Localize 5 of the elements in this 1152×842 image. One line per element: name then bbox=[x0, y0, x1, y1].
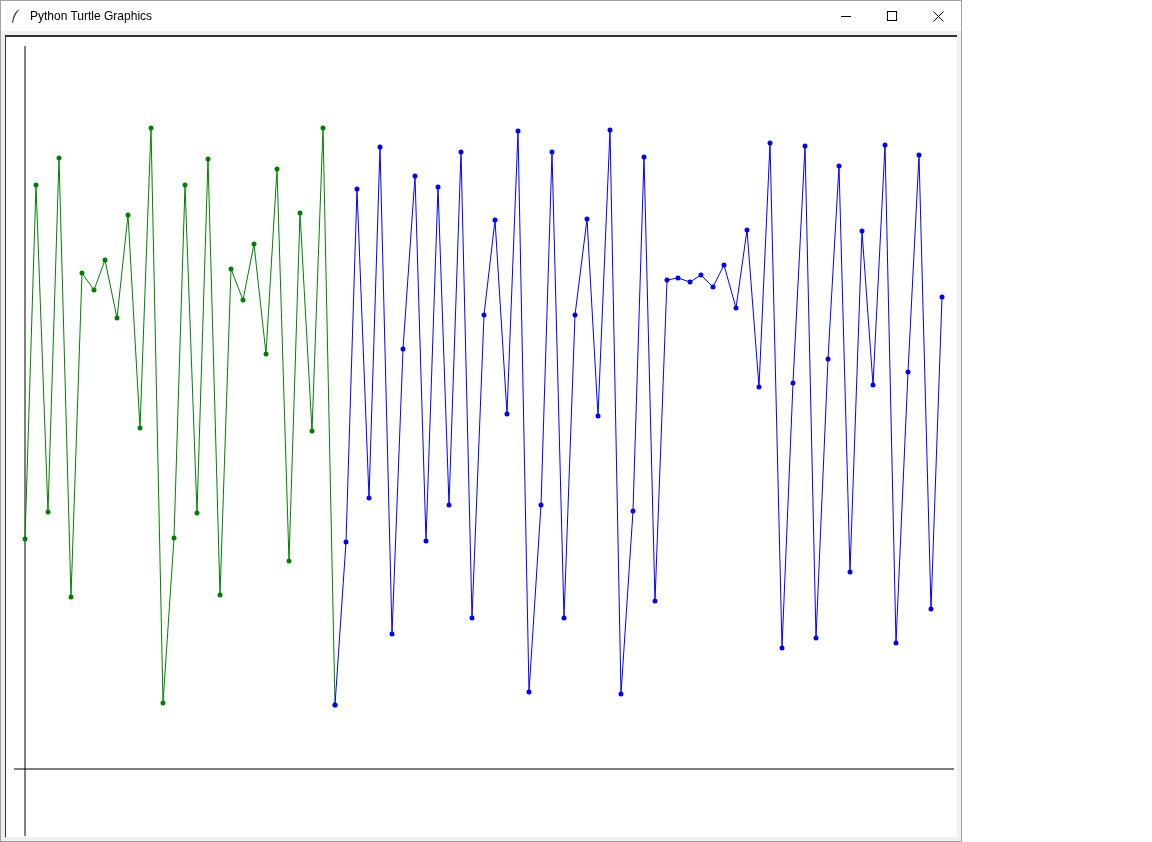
feather-icon bbox=[11, 8, 21, 24]
close-icon bbox=[932, 10, 944, 22]
maximize-icon bbox=[887, 11, 897, 21]
minimize-icon bbox=[841, 15, 851, 17]
window-title: Python Turtle Graphics bbox=[30, 8, 153, 25]
